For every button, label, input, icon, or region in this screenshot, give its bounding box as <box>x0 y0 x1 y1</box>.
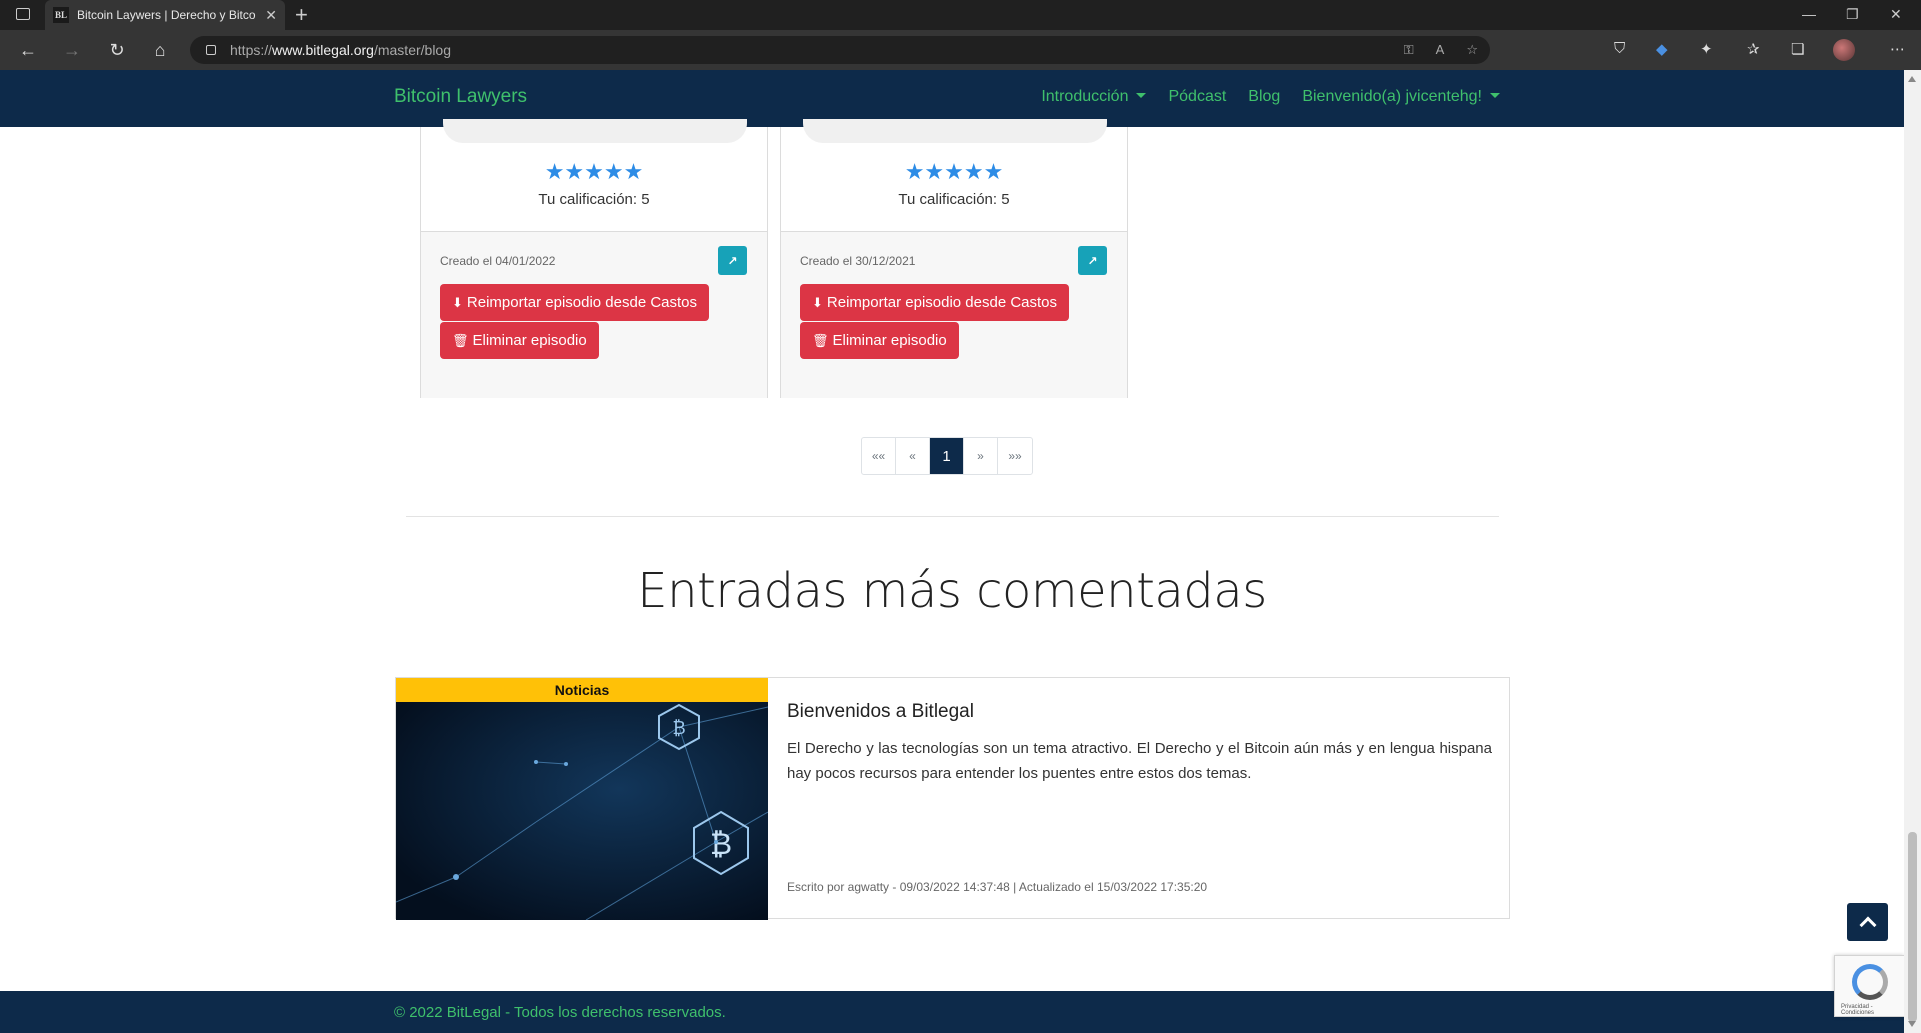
scroll-down-icon[interactable] <box>1908 1021 1916 1027</box>
scroll-up-icon[interactable] <box>1908 76 1916 82</box>
card-footer: Creado el 30/12/2021 ↗ ⬇ Reimportar episo… <box>781 231 1127 398</box>
open-external-button[interactable]: ↗ <box>718 246 747 275</box>
browser-toolbar: ← → ↻ ⌂ https://www.bitlegal.org/master/… <box>0 30 1921 70</box>
favorites-icon[interactable]: ✰ <box>1747 40 1760 58</box>
page-last[interactable]: »» <box>998 438 1032 474</box>
scroll-thumb[interactable] <box>1908 832 1917 1022</box>
page-prev[interactable]: « <box>896 438 930 474</box>
recaptcha-badge[interactable]: Privacidad - Condiciones <box>1834 955 1904 1017</box>
browser-tab[interactable]: BL Bitcoin Laywers | Derecho y Bitco ✕ <box>45 0 285 30</box>
home-icon[interactable]: ⌂ <box>148 38 172 62</box>
delete-episode-button[interactable]: 🗑 Eliminar episodio <box>440 322 599 359</box>
svg-text:₿: ₿ <box>710 827 732 862</box>
external-link-icon: ↗ <box>727 253 738 268</box>
reimport-episode-button[interactable]: ⬇ Reimportar episodio desde Castos <box>440 284 710 321</box>
nav-user-menu[interactable]: Bienvenido(a) jvicentehg! <box>1302 88 1500 106</box>
recaptcha-icon <box>1852 964 1888 1000</box>
shield-icon[interactable]: ⛉ <box>1614 40 1625 57</box>
back-icon[interactable]: ← <box>16 38 40 62</box>
post-card[interactable]: Noticias ₿ ₿ Bienvenidos a Bitlegal El D… <box>395 677 1510 920</box>
address-bar[interactable]: https://www.bitlegal.org/master/blog ⚿ A… <box>190 36 1490 64</box>
tab-actions-icon[interactable] <box>16 8 30 20</box>
back-to-top-button[interactable] <box>1847 903 1888 941</box>
tab-title: Bitcoin Laywers | Derecho y Bitco <box>77 8 256 22</box>
page-next[interactable]: » <box>964 438 998 474</box>
post-meta: Escrito por agwatty - 09/03/2022 14:37:4… <box>787 880 1208 894</box>
download-icon: ⬇ <box>452 294 463 310</box>
section-divider <box>406 516 1499 517</box>
section-title: Entradas más comentadas <box>637 563 1267 619</box>
page-scrollbar[interactable] <box>1904 70 1921 1033</box>
trash-icon: 🗑 <box>452 332 469 348</box>
site-footer: © 2022 BitLegal - Todos los derechos res… <box>0 991 1904 1033</box>
rating-text: Tu calificación: 5 <box>538 191 650 208</box>
brand-link[interactable]: Bitcoin Lawyers <box>394 86 527 108</box>
collections-icon[interactable]: ❏ <box>1791 40 1804 58</box>
reimport-episode-button[interactable]: ⬇ Reimportar episodio desde Castos <box>800 284 1070 321</box>
refresh-icon[interactable]: ↻ <box>105 38 129 62</box>
browser-tab-strip: BL Bitcoin Laywers | Derecho y Bitco ✕ +… <box>0 0 1921 30</box>
download-icon: ⬇ <box>812 294 823 310</box>
chevron-up-icon <box>1859 916 1876 934</box>
card-footer: Creado el 04/01/2022 ↗ ⬇ Reimportar episo… <box>421 231 767 398</box>
forward-icon[interactable]: → <box>60 38 84 62</box>
trash-icon: 🗑 <box>812 332 829 348</box>
pagination: «« « 1 » »» <box>861 437 1033 475</box>
new-tab-icon[interactable]: + <box>295 2 308 28</box>
bitcoin-network-image: ₿ ₿ <box>396 702 768 920</box>
episode-card: ★★★★★ Tu calificación: 5 Creado el 30/12… <box>780 119 1128 398</box>
url-text: https://www.bitlegal.org/master/blog <box>230 42 452 58</box>
nav-introduccion[interactable]: Introducción <box>1041 88 1146 106</box>
restore-icon[interactable]: ❐ <box>1846 6 1859 23</box>
recaptcha-links[interactable]: Privacidad - Condiciones <box>1841 1004 1904 1016</box>
rating-stars[interactable]: ★★★★★ <box>421 159 767 185</box>
nav-podcast[interactable]: Pódcast <box>1168 88 1226 106</box>
card-media-bottom <box>443 119 747 143</box>
extension-icon[interactable]: ◆ <box>1656 40 1668 58</box>
nav-blog[interactable]: Blog <box>1248 88 1280 106</box>
open-external-button[interactable]: ↗ <box>1078 246 1107 275</box>
external-link-icon: ↗ <box>1087 253 1098 268</box>
copyright-text: © 2022 BitLegal - Todos los derechos res… <box>394 1004 726 1021</box>
add-favorite-icon[interactable]: ☆ <box>1466 42 1478 58</box>
menu-icon[interactable]: ⋯ <box>1890 40 1905 58</box>
delete-episode-button[interactable]: 🗑 Eliminar episodio <box>800 322 959 359</box>
post-image[interactable]: ₿ ₿ <box>396 702 768 920</box>
post-excerpt: El Derecho y las tecnologías son un tema… <box>787 740 1492 782</box>
created-date: Creado el 30/12/2021 <box>800 254 916 268</box>
extensions-puzzle-icon[interactable]: ✦ <box>1700 40 1713 58</box>
category-badge: Noticias <box>396 678 768 702</box>
close-tab-icon[interactable]: ✕ <box>265 7 277 24</box>
minimize-icon[interactable]: — <box>1802 6 1816 22</box>
key-icon[interactable]: ⚿ <box>1404 42 1414 58</box>
close-window-icon[interactable]: ✕ <box>1890 6 1902 23</box>
svg-text:₿: ₿ <box>672 718 685 739</box>
page-current[interactable]: 1 <box>930 438 964 474</box>
card-media-bottom <box>803 119 1107 143</box>
episode-card: ★★★★★ Tu calificación: 5 Creado el 04/01… <box>420 119 768 398</box>
profile-avatar[interactable] <box>1833 39 1855 61</box>
page-first[interactable]: «« <box>862 438 896 474</box>
lock-icon <box>206 45 216 55</box>
created-date: Creado el 04/01/2022 <box>440 254 556 268</box>
read-aloud-icon[interactable]: A <box>1436 42 1445 58</box>
rating-stars[interactable]: ★★★★★ <box>781 159 1127 185</box>
post-title[interactable]: Bienvenidos a Bitlegal <box>787 701 974 723</box>
favicon-icon: BL <box>53 7 69 23</box>
rating-text: Tu calificación: 5 <box>898 191 1010 208</box>
